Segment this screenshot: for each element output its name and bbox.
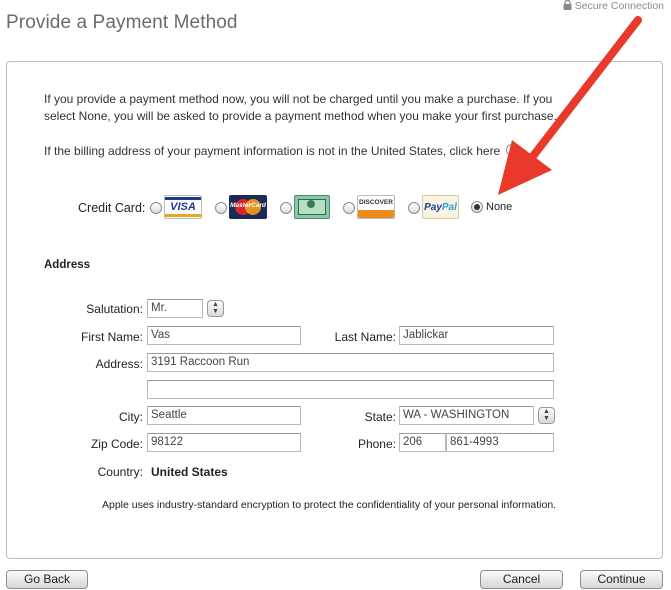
- last-name-label: Last Name:: [334, 330, 396, 344]
- address-section-title: Address: [44, 259, 91, 271]
- salutation-label: Salutation:: [86, 302, 143, 316]
- zip-code-field[interactable]: 98122: [147, 433, 301, 452]
- go-back-button[interactable]: Go Back: [6, 570, 88, 589]
- radio-none[interactable]: [471, 201, 483, 213]
- phone-number-field[interactable]: 861-4993: [446, 433, 554, 452]
- city-label: City:: [119, 410, 143, 424]
- intro-text: If you provide a payment method now, you…: [44, 92, 557, 123]
- credit-card-label: Credit Card:: [78, 201, 146, 215]
- city-field[interactable]: Seattle: [147, 406, 301, 425]
- radio-paypal[interactable]: [408, 202, 420, 214]
- address-line2-field[interactable]: [147, 380, 554, 399]
- radio-amex[interactable]: [280, 202, 292, 214]
- state-stepper[interactable]: ▲ ▼: [538, 407, 555, 424]
- secure-connection-label: Secure Connection: [574, 0, 664, 12]
- paypal-text-pay: Pay: [424, 202, 442, 213]
- continue-button[interactable]: Continue: [580, 570, 663, 589]
- billing-outside-us-link[interactable]: If the billing address of your payment i…: [44, 144, 518, 158]
- address-label: Address:: [95, 357, 143, 371]
- lock-icon: [563, 0, 572, 10]
- zip-code-label: Zip Code:: [90, 437, 143, 451]
- address-line1-field[interactable]: 3191 Raccoon Run: [147, 353, 554, 372]
- mastercard-logo[interactable]: MasterCard: [229, 195, 267, 219]
- last-name-field[interactable]: Jablickar: [399, 326, 554, 345]
- encryption-notice: Apple uses industry-standard encryption …: [102, 499, 557, 511]
- state-label: State:: [364, 410, 396, 424]
- paypal-text-pal: Pal: [441, 202, 457, 213]
- phone-label: Phone:: [357, 437, 396, 451]
- radio-mastercard[interactable]: [215, 202, 227, 214]
- info-circle-icon: [505, 144, 518, 156]
- amex-logo[interactable]: [294, 195, 330, 219]
- paypal-logo[interactable]: PayPal: [422, 195, 459, 219]
- none-label[interactable]: None: [486, 201, 512, 213]
- phone-area-code-field[interactable]: 206: [399, 433, 446, 452]
- page-title: Provide a Payment Method: [6, 12, 238, 33]
- radio-discover[interactable]: [343, 202, 355, 214]
- salutation-stepper[interactable]: ▲ ▼: [207, 300, 224, 317]
- country-value: United States: [151, 465, 228, 479]
- secure-connection-indicator: Secure Connection: [563, 0, 664, 12]
- first-name-field[interactable]: Vas: [147, 326, 301, 345]
- salutation-select[interactable]: Mr.: [147, 299, 203, 318]
- state-select[interactable]: WA - WASHINGTON: [399, 406, 534, 425]
- visa-logo[interactable]: VISA: [164, 195, 202, 219]
- radio-visa[interactable]: [150, 202, 162, 214]
- billing-text: If the billing address of your payment i…: [44, 144, 501, 158]
- first-name-label: First Name:: [80, 330, 143, 344]
- discover-logo[interactable]: DISCOVER: [357, 195, 395, 219]
- country-label: Country:: [97, 465, 143, 479]
- cancel-button[interactable]: Cancel: [480, 570, 563, 589]
